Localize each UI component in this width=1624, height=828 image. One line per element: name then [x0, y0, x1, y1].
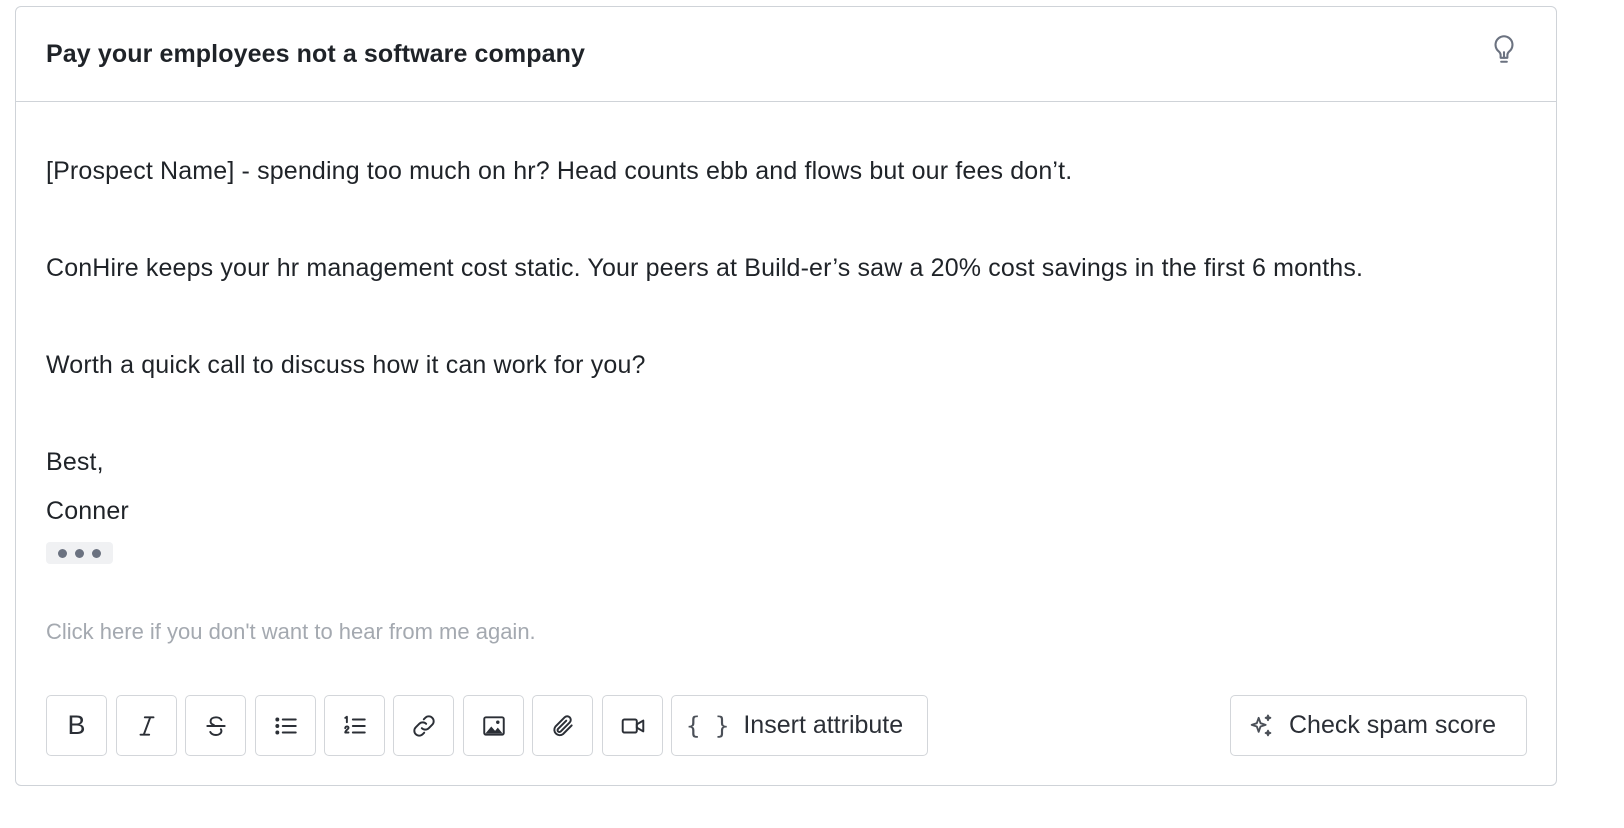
formatting-toolbar: B { } Insert attribute Check spam score: [46, 695, 1527, 757]
attachment-icon: [552, 714, 573, 736]
insert-attribute-label: Insert attribute: [743, 711, 904, 739]
subject-row: Pay your employees not a software compan…: [16, 7, 1556, 102]
check-spam-score-button[interactable]: Check spam score: [1230, 695, 1527, 756]
body-line: Conner: [46, 497, 129, 525]
dot: [58, 548, 67, 558]
subject-line[interactable]: Pay your employees not a software compan…: [46, 40, 1490, 69]
link-icon: [412, 714, 435, 737]
sparkles-icon: [1250, 714, 1272, 736]
italic-button[interactable]: [116, 695, 177, 756]
bold-button[interactable]: B: [46, 695, 107, 756]
body-line: Worth a quick call to discuss how it can…: [46, 351, 646, 379]
check-spam-score-label: Check spam score: [1289, 711, 1497, 739]
image-icon: [482, 715, 505, 736]
dot: [92, 548, 101, 558]
bold-icon: B: [67, 710, 86, 740]
show-trimmed-content-button[interactable]: [46, 542, 113, 564]
body-line: ConHire keeps your hr management cost st…: [46, 254, 1364, 282]
video-icon: [621, 718, 644, 733]
email-editor-card: Pay your employees not a software compan…: [15, 6, 1557, 786]
numbered-list-button[interactable]: [324, 695, 385, 756]
lightbulb-icon[interactable]: [1490, 34, 1518, 68]
braces-icon: { }: [686, 711, 730, 740]
bullet-list-icon: [274, 717, 297, 734]
strikethrough-icon: [205, 715, 226, 736]
unsubscribe-text[interactable]: Click here if you don't want to hear fro…: [46, 619, 536, 645]
italic-icon: [139, 715, 154, 736]
body-line: [Prospect Name] - spending too much on h…: [46, 157, 1073, 185]
bullet-list-button[interactable]: [255, 695, 316, 756]
link-button[interactable]: [393, 695, 454, 756]
dot: [75, 548, 84, 558]
insert-attribute-button[interactable]: { } Insert attribute: [671, 695, 928, 756]
attachment-button[interactable]: [532, 695, 593, 756]
video-button[interactable]: [602, 695, 663, 756]
strikethrough-button[interactable]: [185, 695, 246, 756]
numbered-list-icon: [343, 715, 366, 733]
image-button[interactable]: [463, 695, 524, 756]
body-line: Best,: [46, 448, 104, 476]
